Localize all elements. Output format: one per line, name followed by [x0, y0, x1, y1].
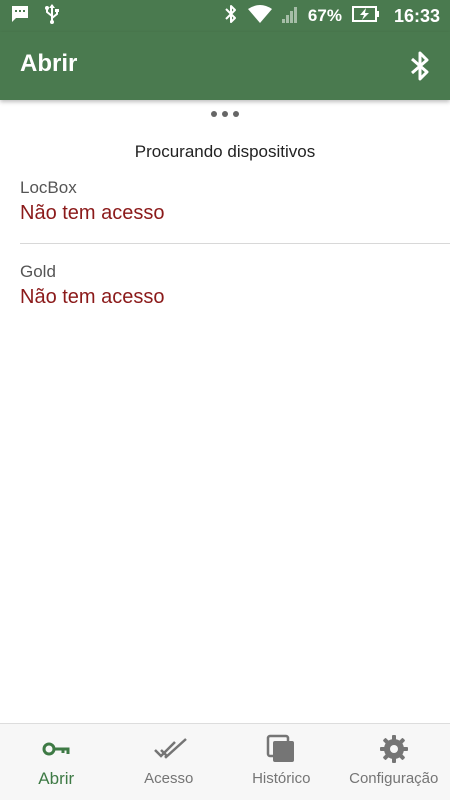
- searching-text: Procurando dispositivos: [134, 142, 316, 161]
- nav-label: Histórico: [252, 770, 311, 787]
- key-icon: [41, 734, 71, 764]
- loading-indicator: [0, 111, 450, 117]
- battery-charging-icon: [351, 5, 380, 27]
- device-name: LocBox: [20, 178, 77, 197]
- divider: [20, 243, 450, 244]
- loading-dot: [222, 111, 228, 117]
- usb-icon: [44, 3, 60, 29]
- battery-percent: 67%: [307, 6, 342, 25]
- loading-dot: [211, 111, 217, 117]
- bottom-nav: Abrir Acesso Histórico Configuração: [0, 723, 450, 800]
- nav-label: Acesso: [144, 770, 194, 787]
- nav-item-historico[interactable]: Histórico: [225, 724, 338, 800]
- app-bar: Abrir: [0, 32, 450, 100]
- bluetooth-icon: [411, 51, 429, 81]
- device-name: Gold: [20, 262, 56, 281]
- double-check-icon: [153, 734, 187, 764]
- bluetooth-action-button[interactable]: [408, 50, 432, 82]
- wifi-icon: [247, 4, 272, 28]
- screen: 67% 16:33 Abrir Procurando dispositivos: [0, 0, 450, 800]
- nav-label: Configuração: [349, 770, 439, 787]
- device-item-locbox[interactable]: LocBox Não tem acesso: [20, 178, 450, 225]
- nav-item-abrir[interactable]: Abrir: [0, 724, 113, 800]
- nav-item-acesso[interactable]: Acesso: [113, 724, 226, 800]
- history-stack-icon: [266, 734, 296, 764]
- device-item-gold[interactable]: Gold Não tem acesso: [20, 262, 450, 309]
- message-icon: [10, 5, 30, 28]
- device-status: Não tem acesso: [20, 286, 165, 308]
- nav-item-configuracao[interactable]: Configuração: [338, 724, 450, 800]
- bluetooth-icon: [224, 4, 238, 29]
- status-bar: 67% 16:33: [0, 0, 450, 32]
- device-status: Não tem acesso: [20, 202, 165, 224]
- loading-dot: [233, 111, 239, 117]
- gear-icon: [379, 734, 409, 764]
- clock: 16:33: [393, 5, 440, 26]
- page-title: Abrir: [20, 50, 78, 77]
- nav-label: Abrir: [38, 769, 75, 788]
- signal-icon: [281, 5, 298, 28]
